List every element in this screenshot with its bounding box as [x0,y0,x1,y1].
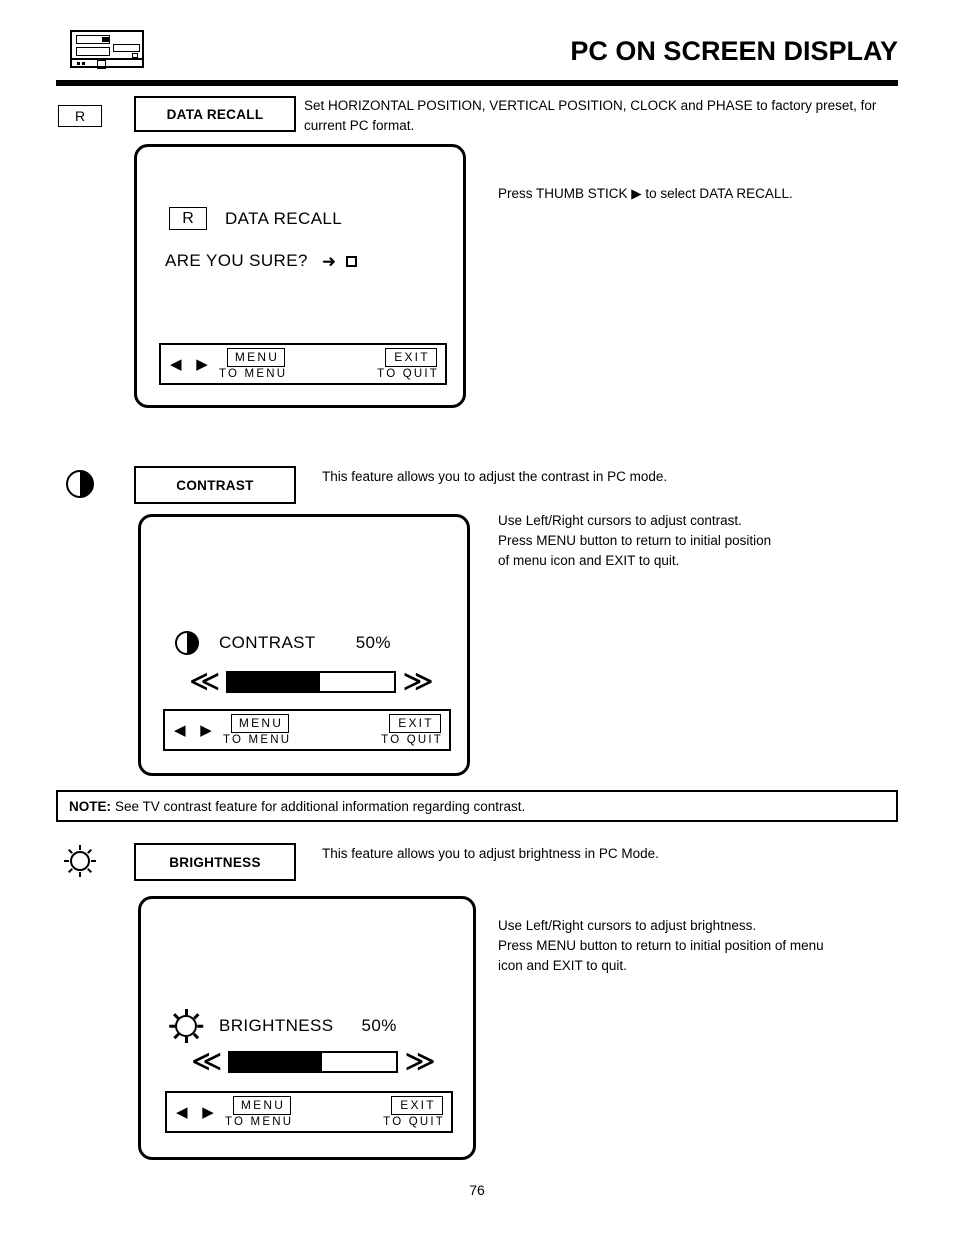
feature-instructions-data-recall: Press THUMB STICK ▶ to select DATA RECAL… [498,186,793,201]
feature-description-brightness: This feature allows you to adjust bright… [322,846,659,861]
page-header: PC ON SCREEN DISPLAY [0,0,954,92]
cursor-arrows-icon[interactable]: ◀ ▶ [174,721,217,739]
exit-key-badge[interactable]: EXIT [391,1096,443,1115]
osd-r-badge-icon: R [169,207,207,230]
osd-panel-contrast: CONTRAST 50% ≪ ≫ ◀ ▶ MENU TO MENU EXIT T… [138,514,470,776]
increase-chevron-icon[interactable]: ≫ [402,667,433,697]
decrease-chevron-icon[interactable]: ≪ [191,1047,222,1077]
exit-key-sublabel: TO QUIT [381,734,443,746]
margin-icon-contrast [56,468,104,500]
sun-icon [169,1009,204,1043]
menu-key-badge[interactable]: MENU [233,1096,291,1115]
empty-checkbox-icon[interactable] [346,255,358,267]
osd-title-row-brightness: BRIGHTNESS 50% [169,1009,397,1043]
osd-title-brightness: BRIGHTNESS [219,1016,334,1035]
feature-description-contrast: This feature allows you to adjust the co… [322,469,668,484]
header-divider [56,80,898,86]
note-text: See TV contrast feature for additional i… [115,798,526,814]
feature-label-brightness: BRIGHTNESS [134,843,296,881]
osd-title-contrast: CONTRAST [219,633,316,652]
margin-icon-brightness [56,845,104,877]
slider-track-contrast[interactable] [226,671,397,693]
arrow-right-icon: ➜ [321,251,337,271]
osd-title-row-data-recall: R DATA RECALL [169,207,342,230]
menu-key-badge[interactable]: MENU [227,348,285,367]
pc-monitor-icon [70,30,144,69]
slider-fill-brightness [230,1053,322,1071]
increase-chevron-icon[interactable]: ≫ [404,1047,435,1077]
sun-icon [64,845,96,877]
osd-footer-brightness: ◀ ▶ MENU TO MENU EXIT TO QUIT [165,1091,453,1133]
page-title: PC ON SCREEN DISPLAY [570,36,898,66]
cursor-arrows-icon[interactable]: ◀ ▶ [170,355,213,373]
margin-icon-data-recall: R [56,100,104,132]
contrast-half-circle-icon [66,470,94,498]
feature-description-data-recall: Set HORIZONTAL POSITION, VERTICAL POSITI… [304,98,877,133]
menu-key-badge[interactable]: MENU [231,714,289,733]
exit-key-badge[interactable]: EXIT [389,714,441,733]
osd-value-brightness: 50% [361,1016,397,1035]
osd-footer-data-recall: ◀ ▶ MENU TO MENU EXIT TO QUIT [159,343,447,385]
note-bar: NOTE: See TV contrast feature for additi… [56,790,898,822]
exit-key-sublabel: TO QUIT [377,368,439,380]
feature-instructions-brightness: Use Left/Right cursors to adjust brightn… [498,918,824,973]
cursor-arrows-icon[interactable]: ◀ ▶ [176,1103,219,1121]
feature-label-contrast: CONTRAST [134,466,296,504]
osd-title-row-contrast: CONTRAST 50% [175,631,391,655]
slider-brightness[interactable]: ≪ ≫ [191,1047,436,1077]
exit-key-sublabel: TO QUIT [383,1116,445,1128]
osd-confirm-label: ARE YOU SURE? [165,251,308,270]
slider-track-brightness[interactable] [228,1051,399,1073]
feature-instructions-contrast: Use Left/Right cursors to adjust contras… [498,513,772,568]
page-number: 76 [469,1182,485,1198]
exit-key-badge[interactable]: EXIT [385,348,437,367]
note-prefix: NOTE: [69,798,111,814]
contrast-half-circle-icon [175,631,199,655]
osd-panel-data-recall: R DATA RECALL ARE YOU SURE? ➜ ◀ ▶ MENU T… [134,144,466,408]
menu-key-sublabel: TO MENU [223,734,292,746]
osd-panel-brightness: BRIGHTNESS 50% ≪ ≫ ◀ ▶ MENU TO MENU EXIT… [138,896,476,1160]
menu-key-sublabel: TO MENU [225,1116,294,1128]
osd-confirm-row: ARE YOU SURE? ➜ [165,251,358,271]
osd-value-contrast: 50% [355,633,391,652]
menu-key-sublabel: TO MENU [219,368,288,380]
slider-contrast[interactable]: ≪ ≫ [189,667,434,697]
decrease-chevron-icon[interactable]: ≪ [189,667,220,697]
osd-title-data-recall: DATA RECALL [225,208,343,228]
r-badge-icon: R [58,105,102,127]
feature-label-data-recall: DATA RECALL [134,96,296,132]
osd-footer-contrast: ◀ ▶ MENU TO MENU EXIT TO QUIT [163,709,451,751]
slider-fill-contrast [228,673,320,691]
